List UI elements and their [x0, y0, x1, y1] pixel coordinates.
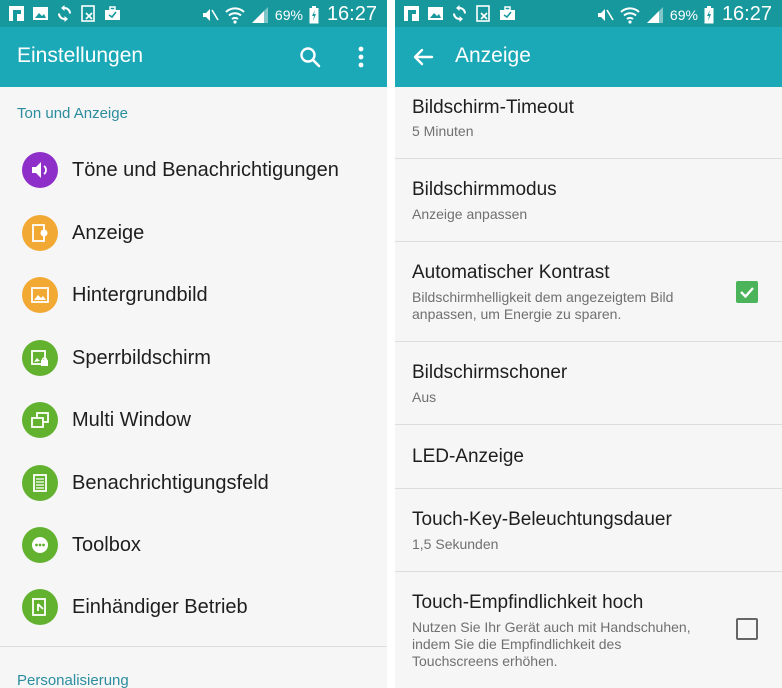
touch-empfindlichkeit-checkbox[interactable] — [736, 618, 758, 640]
setting-bildschirmmodus[interactable]: Bildschirmmodus Anzeige anpassen — [395, 159, 782, 241]
status-bar: 69% 16:27 — [0, 0, 387, 27]
section-header-personalisierung: Personalisierung — [17, 672, 129, 688]
menu-item-label: Anzeige — [72, 221, 145, 244]
menu-item-label: Toolbox — [72, 533, 141, 556]
section-header-ton-und-anzeige: Ton und Anzeige — [17, 105, 128, 122]
menu-item-toolbox[interactable]: Toolbox — [0, 515, 387, 575]
blocked-note-icon — [475, 5, 492, 22]
signal-icon — [646, 6, 664, 24]
menu-item-hintergrundbild[interactable]: Hintergrundbild — [0, 265, 387, 325]
sync-icon — [451, 5, 468, 22]
notification-icons — [403, 5, 516, 22]
mute-icon — [596, 6, 614, 24]
menu-item-label: Töne und Benachrichtigungen — [72, 158, 339, 181]
setting-description-line: indem Sie die Empfindlichkeit des — [412, 636, 622, 652]
wifi-icon — [225, 6, 245, 24]
menu-item-label: Multi Window — [72, 408, 191, 431]
lockscreen-icon — [22, 340, 58, 376]
menu-item-benachrichtigungsfeld[interactable]: Benachrichtigungsfeld — [0, 453, 387, 513]
image-icon — [32, 5, 49, 22]
menu-item-label: Einhändiger Betrieb — [72, 595, 248, 618]
battery-charging-icon — [309, 5, 319, 24]
menu-item-label: Benachrichtigungsfeld — [72, 471, 269, 494]
setting-value: 1,5 Sekunden — [412, 536, 499, 552]
setting-description-line: Touchscreens erhöhen. — [412, 653, 558, 669]
section-divider — [0, 646, 387, 647]
setting-title: Touch-Empfindlichkeit hoch — [412, 592, 644, 613]
mute-icon — [201, 6, 219, 24]
notification-panel-icon — [22, 465, 58, 501]
battery-percent: 69% — [669, 6, 698, 23]
setting-bildschirm-timeout[interactable]: Bildschirm-Timeout 5 Minuten — [395, 87, 782, 158]
battery-charging-icon — [704, 5, 714, 24]
app-bar: Anzeige — [395, 27, 782, 87]
clock: 16:27 — [326, 3, 377, 25]
menu-item-einhaendiger-betrieb[interactable]: Einhändiger Betrieb — [0, 577, 387, 637]
menu-item-label: Sperrbildschirm — [72, 346, 211, 369]
speaker-icon — [22, 152, 58, 188]
setting-led-anzeige[interactable]: LED-Anzeige — [395, 425, 782, 488]
toolbox-icon — [22, 527, 58, 563]
signal-icon — [251, 6, 269, 24]
settings-screen: 69% 16:27 Einstellungen Ton und Anzeige … — [0, 0, 387, 688]
app-bar: Einstellungen — [0, 27, 387, 87]
wallpaper-icon — [22, 277, 58, 313]
setting-automatischer-kontrast[interactable]: Automatischer Kontrast Bildschirmhelligk… — [395, 242, 782, 341]
menu-item-multi-window[interactable]: Multi Window — [0, 390, 387, 450]
menu-item-anzeige[interactable]: Anzeige — [0, 203, 387, 263]
flipboard-icon — [403, 5, 420, 22]
back-arrow-icon[interactable] — [409, 43, 437, 71]
setting-title: Automatischer Kontrast — [412, 262, 610, 283]
sync-icon — [56, 5, 73, 22]
menu-item-sperrbildschirm[interactable]: Sperrbildschirm — [0, 328, 387, 388]
wifi-icon — [620, 6, 640, 24]
display-icon — [22, 215, 58, 251]
setting-value: 5 Minuten — [412, 123, 474, 139]
setting-description-line: Nutzen Sie Ihr Gerät auch mit Handschuhe… — [412, 619, 691, 635]
briefcase-icon — [104, 5, 121, 22]
blocked-note-icon — [80, 5, 97, 22]
setting-value: Anzeige anpassen — [412, 206, 528, 222]
setting-title: Bildschirmschoner — [412, 362, 568, 383]
setting-touch-empfindlichkeit[interactable]: Touch-Empfindlichkeit hoch Nutzen Sie Ih… — [395, 572, 782, 688]
setting-title: Bildschirmmodus — [412, 179, 557, 200]
system-status: 69% 16:27 — [201, 3, 377, 26]
clock: 16:27 — [721, 3, 772, 25]
notification-icons — [8, 5, 121, 22]
setting-bildschirmschoner[interactable]: Bildschirmschoner Aus — [395, 342, 782, 424]
setting-touch-key-beleuchtungsdauer[interactable]: Touch-Key-Beleuchtungsdauer 1,5 Sekunden — [395, 489, 782, 571]
flipboard-icon — [8, 5, 25, 22]
setting-title: LED-Anzeige — [412, 446, 524, 467]
system-status: 69% 16:27 — [596, 3, 772, 26]
setting-value: Aus — [412, 389, 437, 405]
setting-description-line: Bildschirmhelligkeit dem angezeigtem Bil… — [412, 289, 674, 305]
page-title: Einstellungen — [17, 44, 144, 67]
status-bar: 69% 16:27 — [395, 0, 782, 27]
screen-separator — [387, 0, 395, 688]
image-icon — [427, 5, 444, 22]
battery-percent: 69% — [274, 6, 303, 23]
setting-description-line: anpassen, um Energie zu sparen. — [412, 306, 622, 322]
multi-window-icon — [22, 402, 58, 438]
briefcase-icon — [499, 5, 516, 22]
checkmark-icon — [740, 287, 754, 299]
menu-item-label: Hintergrundbild — [72, 283, 208, 306]
one-hand-icon — [22, 589, 58, 625]
setting-title: Touch-Key-Beleuchtungsdauer — [412, 509, 672, 530]
search-icon[interactable] — [296, 43, 324, 71]
automatischer-kontrast-checkbox[interactable] — [736, 281, 758, 303]
setting-title: Bildschirm-Timeout — [412, 97, 574, 118]
more-options-icon[interactable] — [348, 43, 374, 71]
menu-item-toene[interactable]: Töne und Benachrichtigungen — [0, 140, 387, 200]
display-settings-screen: 69% 16:27 Anzeige Bildschirm-Timeout 5 M… — [395, 0, 782, 688]
page-title: Anzeige — [455, 44, 531, 67]
